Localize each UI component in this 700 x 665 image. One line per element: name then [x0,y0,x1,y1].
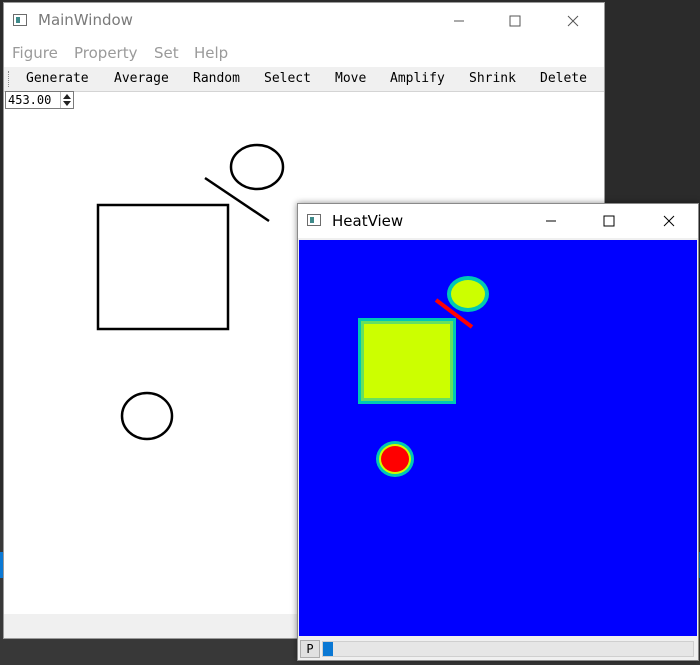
heat-ellipse-top-core [451,280,485,308]
heat-minimize-button[interactable] [528,204,574,238]
menu-set[interactable]: Set [154,44,179,62]
heat-map [299,240,697,636]
menu-help[interactable]: Help [194,44,228,62]
menu-property[interactable]: Property [74,44,137,62]
menu-figure[interactable]: Figure [12,44,58,62]
maximize-button[interactable] [492,3,538,39]
minimize-button[interactable] [436,3,482,39]
canvas-line[interactable] [204,176,270,223]
toolbar-grip[interactable] [8,71,11,87]
close-icon [663,215,675,227]
heat-ellipse-bottom-core [381,446,409,472]
shrink-button[interactable]: Shrink [469,71,516,86]
maximize-icon [509,15,521,27]
heat-bottom-bar: P [298,638,698,660]
heat-scrollbar[interactable] [322,641,694,657]
amplify-button[interactable]: Amplify [390,71,445,86]
select-button[interactable]: Select [264,71,311,86]
canvas-ellipse-top[interactable] [229,143,285,191]
value-spinbox[interactable]: 453.00 [5,91,74,109]
heat-background [299,240,697,636]
spin-down-icon[interactable] [63,101,71,106]
average-button[interactable]: Average [114,71,169,86]
main-titlebar[interactable]: MainWindow [4,3,604,39]
close-button[interactable] [550,3,596,39]
canvas-ellipse-bottom[interactable] [120,391,174,441]
main-window-title: MainWindow [38,11,133,29]
maximize-icon [603,215,615,227]
toolbar: Generate Average Random Select Move Ampl… [4,67,604,92]
spinbox-value[interactable]: 453.00 [8,93,51,107]
menu-bar: Figure Property Set Help [4,39,604,67]
random-button[interactable]: Random [193,71,240,86]
heat-app-window-icon [307,214,321,226]
spinbox-arrows[interactable] [60,92,73,108]
canvas-square[interactable] [96,203,230,331]
p-button[interactable]: P [300,640,320,658]
heat-titlebar[interactable]: HeatView [298,204,698,238]
heat-close-button[interactable] [646,204,692,238]
spin-up-icon[interactable] [63,94,71,99]
app-window-icon [13,14,27,26]
minimize-icon [454,20,464,22]
close-icon [567,15,579,27]
heat-square-core [364,324,450,398]
generate-button[interactable]: Generate [26,71,89,86]
heat-maximize-button[interactable] [586,204,632,238]
move-button[interactable]: Move [335,71,366,86]
heatview-window: HeatView P [297,203,699,661]
heat-scrollbar-thumb[interactable] [323,642,333,656]
minimize-icon [546,220,556,222]
heat-window-title: HeatView [332,212,404,230]
delete-button[interactable]: Delete [540,71,587,86]
